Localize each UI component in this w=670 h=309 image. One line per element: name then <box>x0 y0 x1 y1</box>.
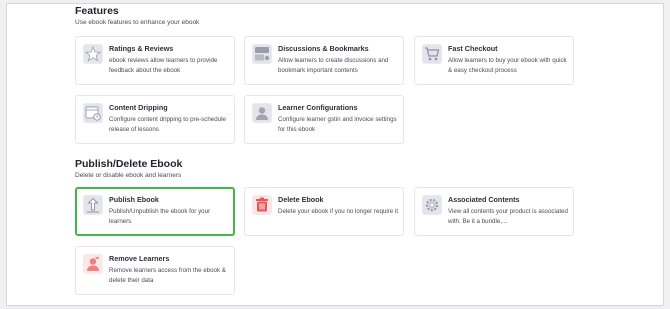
associated-contents-card[interactable]: Associated Contents View all contents yo… <box>414 187 574 236</box>
remove-learners-card[interactable]: Remove Learners Remove learners access f… <box>75 246 235 295</box>
card-title: Content Dripping <box>109 103 168 112</box>
card-title: Remove Learners <box>109 254 170 263</box>
remove-user-icon <box>83 254 103 274</box>
publish-section-title: Publish/Delete Ebook <box>75 158 183 170</box>
card-description: Delete your ebook if you no longer requi… <box>278 208 399 215</box>
card-title: Publish Ebook <box>109 195 159 204</box>
cart-icon <box>422 44 442 64</box>
publish-upload-icon <box>83 195 103 215</box>
card-title: Learner Configurations <box>278 103 358 112</box>
discussion-icon <box>252 44 272 64</box>
publish-ebook-card[interactable]: Publish Ebook Publish/Unpublish the eboo… <box>75 187 235 236</box>
delete-ebook-card[interactable]: Delete Ebook Delete your ebook if you no… <box>244 187 404 236</box>
card-description: Allow learners to buy your ebook with qu… <box>448 57 567 74</box>
discussions-bookmarks-card[interactable]: Discussions & Bookmarks Allow learners t… <box>244 36 404 85</box>
card-title: Delete Ebook <box>278 195 324 204</box>
content-dripping-card[interactable]: Content Dripping Configure content dripp… <box>75 95 235 144</box>
card-description: Allow learners to create discussions and… <box>278 57 389 74</box>
ebook-settings-panel: Features Use ebook features to enhance y… <box>6 3 664 306</box>
card-description: Configure content dripping to pre-schedu… <box>109 116 226 133</box>
card-title: Fast Checkout <box>448 44 498 53</box>
features-section-subtitle: Use ebook features to enhance your ebook <box>75 19 200 26</box>
fast-checkout-card[interactable]: Fast Checkout Allow learners to buy your… <box>414 36 574 85</box>
card-description: Publish/Unpublish the ebook for your lea… <box>109 208 211 225</box>
learner-icon <box>252 103 272 123</box>
ratings-reviews-card[interactable]: Ratings & Reviews ebook reviews allow le… <box>75 36 235 85</box>
publish-section-subtitle: Delete or disable ebook and learners <box>75 172 182 179</box>
features-section-title: Features <box>75 5 119 17</box>
card-description: Remove learners access from the ebook & … <box>109 267 226 284</box>
trash-icon <box>252 195 272 215</box>
card-description: View all contents your product is associ… <box>448 208 568 225</box>
star-icon <box>83 44 103 64</box>
card-title: Ratings & Reviews <box>109 44 174 53</box>
gear-icon <box>422 195 442 215</box>
learner-configurations-card[interactable]: Learner Configurations Configure learner… <box>244 95 404 144</box>
card-description: Configure learner gstin and invoice sett… <box>278 116 397 133</box>
card-title: Associated Contents <box>448 195 520 204</box>
calendar-clock-icon <box>83 103 103 123</box>
card-title: Discussions & Bookmarks <box>278 44 369 53</box>
card-description: ebook reviews allow learners to provide … <box>109 57 218 74</box>
